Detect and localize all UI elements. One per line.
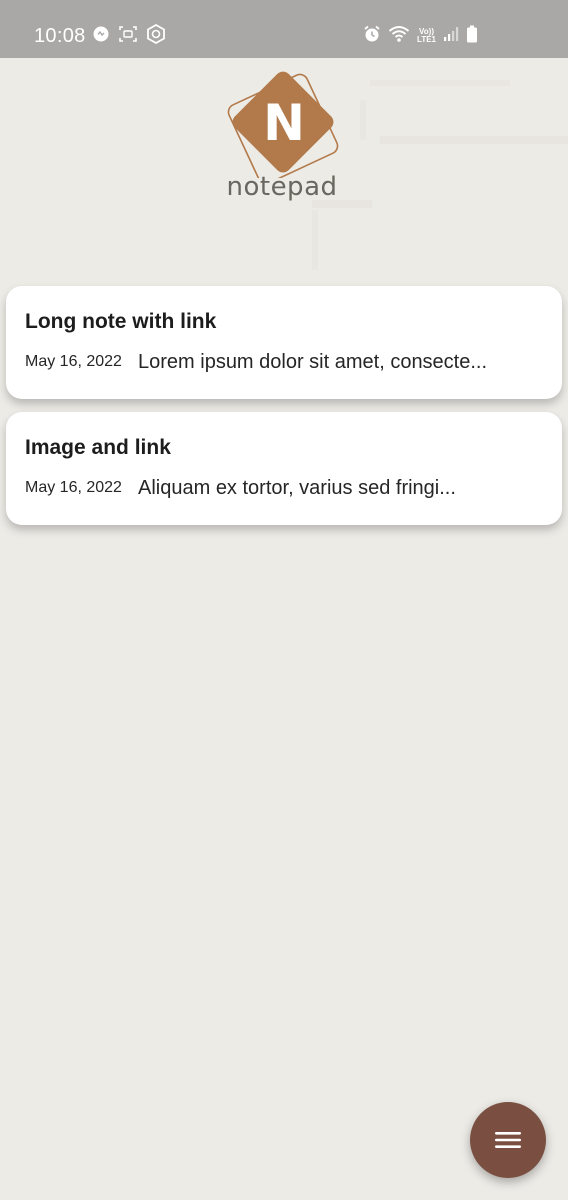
- note-date: May 16, 2022: [25, 479, 122, 496]
- status-time: 10:08: [34, 25, 86, 47]
- vpn-shield-icon: [146, 23, 166, 49]
- volte-lte-icon: Vo)) LTE1: [417, 28, 436, 44]
- note-title: Image and link: [25, 436, 171, 459]
- note-preview: Lorem ipsum dolor sit amet, consecte...: [138, 351, 488, 373]
- alarm-icon: [363, 25, 381, 48]
- signal-icon: [443, 26, 459, 47]
- notepad-logo-icon: N: [227, 71, 339, 185]
- notification-dot-icon: [92, 25, 110, 48]
- note-card[interactable]: Image and link May 16, 2022 Aliquam ex t…: [6, 412, 562, 525]
- screenshot-icon: [118, 25, 138, 48]
- note-card[interactable]: Long note with link May 16, 2022 Lorem i…: [6, 286, 562, 399]
- battery-icon: [466, 25, 478, 48]
- status-right-icons: Vo)) LTE1: [363, 25, 478, 47]
- notepad-logo: N notepad: [220, 68, 348, 218]
- note-preview: Aliquam ex tortor, varius sed fringi...: [138, 477, 456, 499]
- note-date: May 16, 2022: [25, 353, 122, 370]
- status-left-icons: [92, 23, 166, 49]
- menu-icon: [495, 1132, 521, 1148]
- lte-label: LTE1: [417, 35, 436, 44]
- note-title: Long note with link: [25, 310, 217, 333]
- status-bar: 10:08 Vo)) LTE1: [0, 0, 568, 58]
- logo-letter: N: [263, 94, 305, 152]
- menu-fab-button[interactable]: [470, 1102, 546, 1178]
- wifi-icon: [388, 25, 410, 48]
- logo-wordmark: notepad: [226, 172, 338, 202]
- app-screen: 10:08 Vo)) LTE1 N notepad Long note with…: [0, 0, 568, 1200]
